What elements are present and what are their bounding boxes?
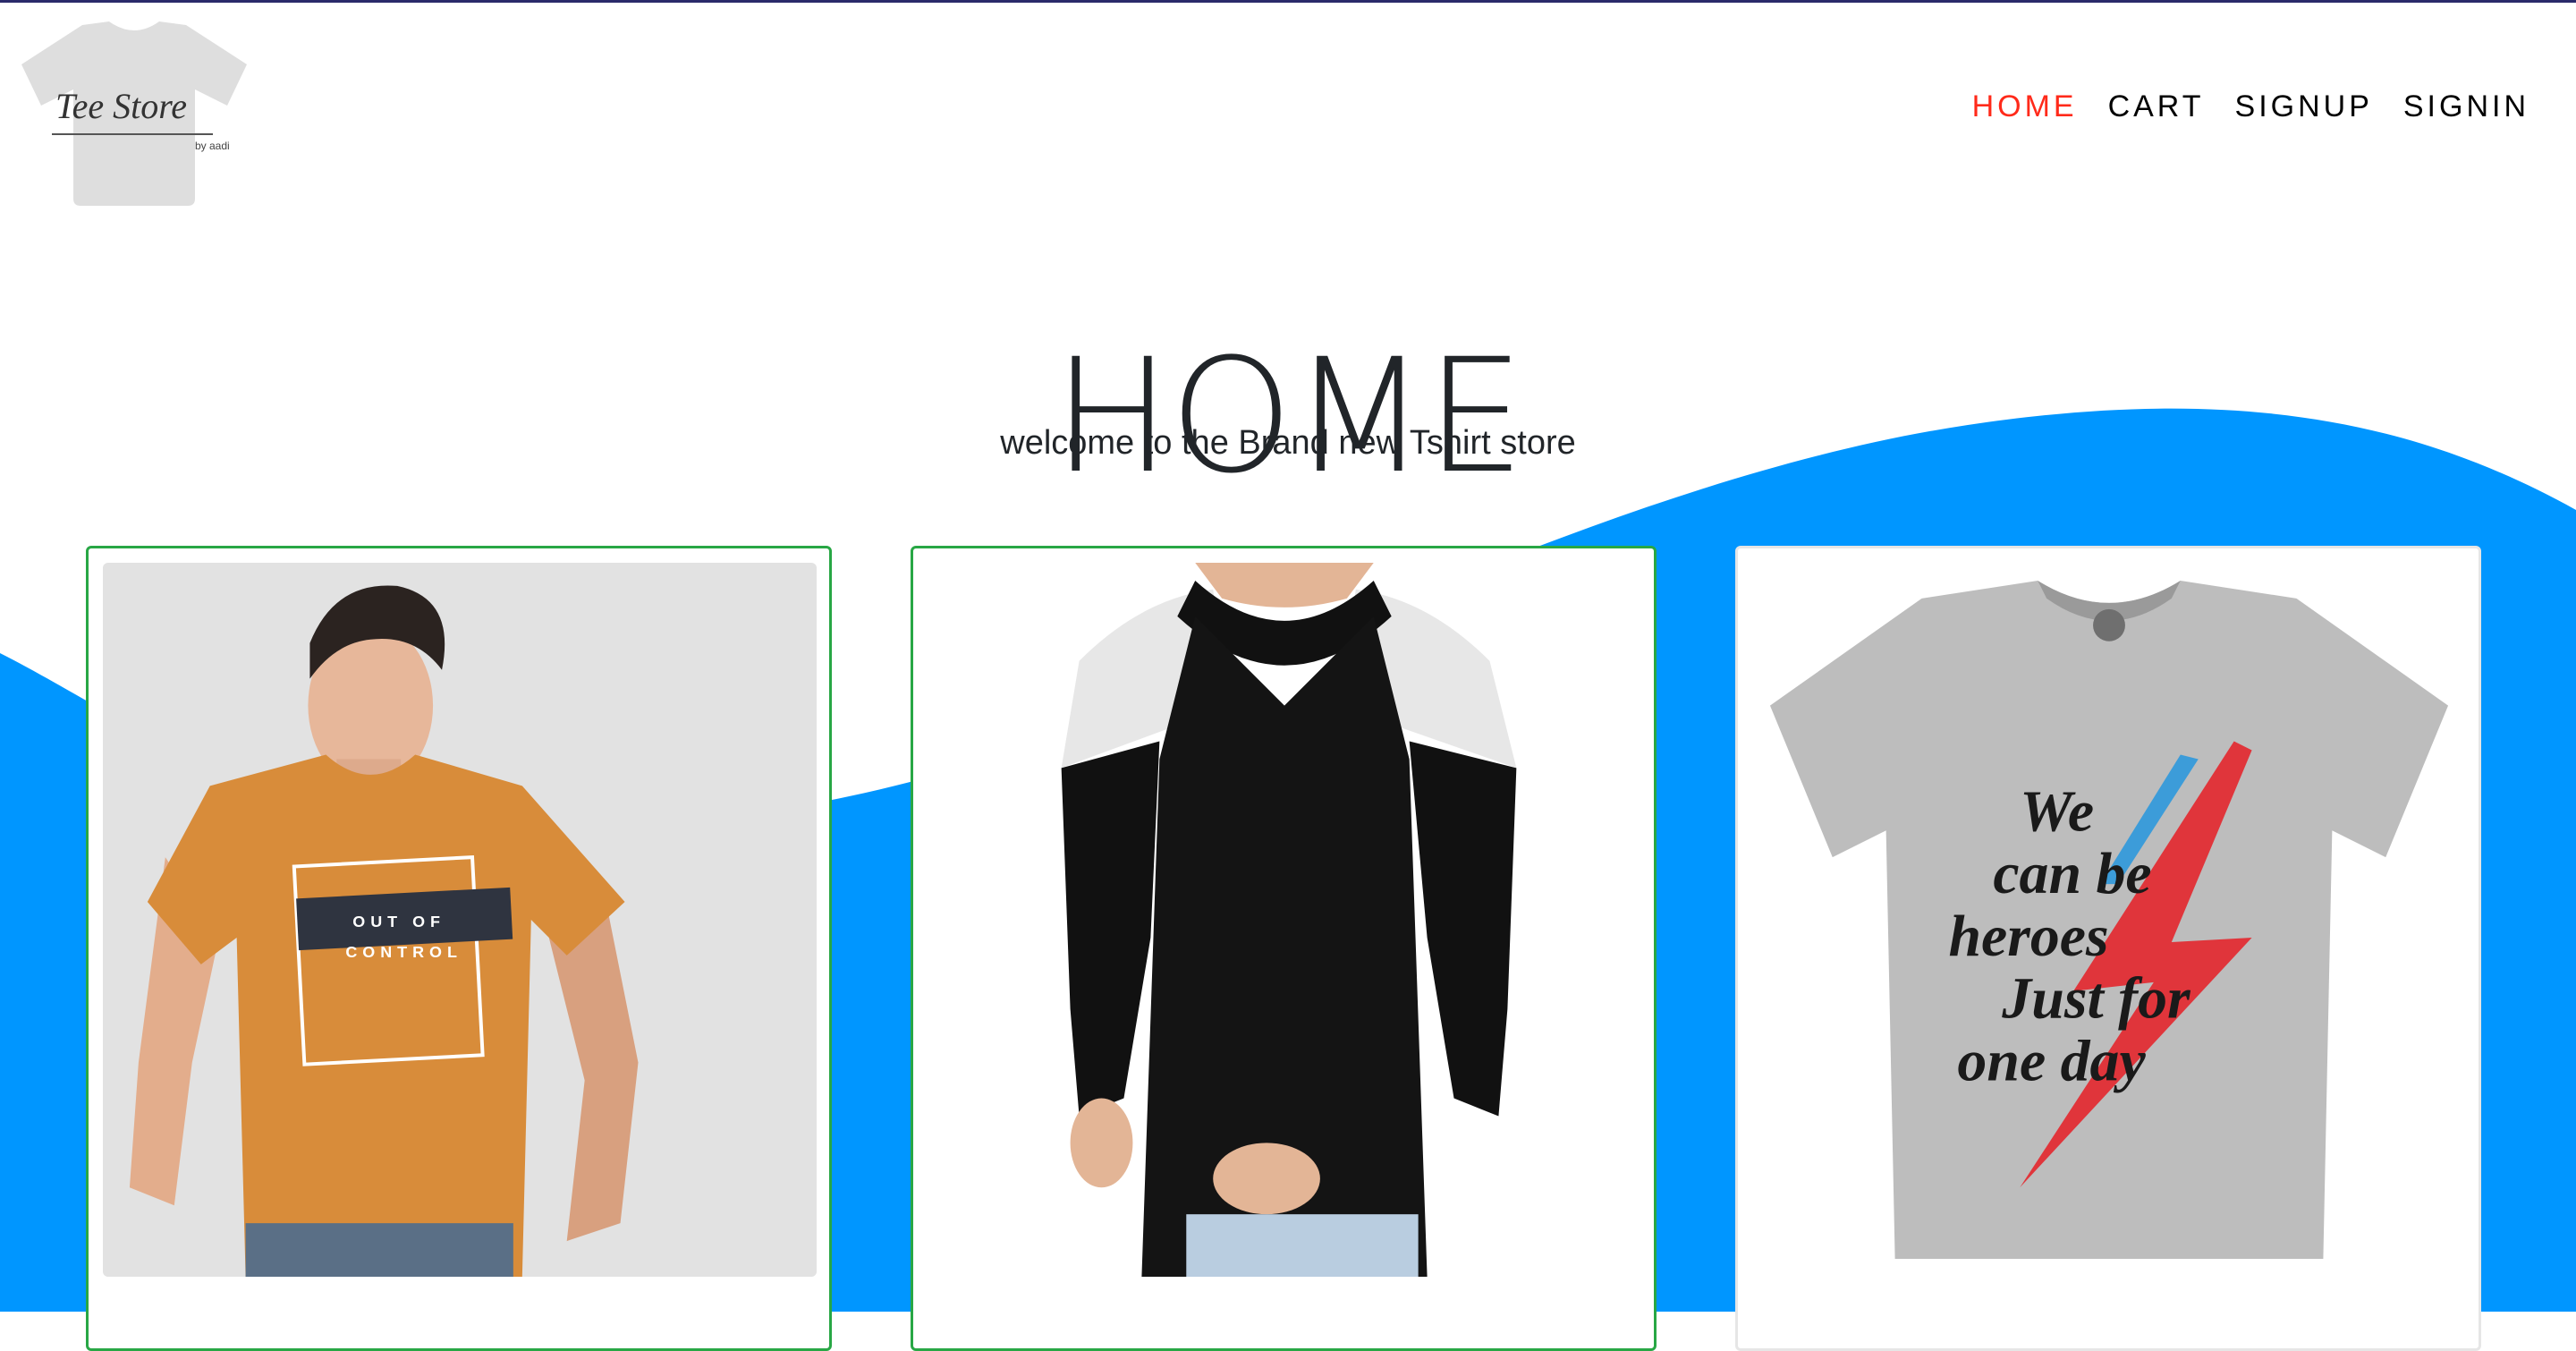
page-subtitle: welcome to the Brand new Tshirt store [1000,424,1576,462]
product-image[interactable]: We can be heroes Just for one day [1752,563,2466,1277]
main-nav: HOME CART SIGNUP SIGNIN [1972,89,2529,124]
nav-signup[interactable]: SIGNUP [2235,89,2373,124]
nav-signin[interactable]: SIGNIN [2403,89,2529,124]
product-card[interactable]: OUT OF CONTROL [86,546,832,1351]
nav-cart[interactable]: CART [2108,89,2205,124]
product-image[interactable]: OUT OF CONTROL [103,563,817,1277]
tee-store-logo[interactable]: Tee Store by aadi [20,20,249,209]
product-card[interactable] [911,546,1657,1351]
svg-text:We: We [2020,778,2094,844]
svg-text:Just for: Just for [2001,966,2191,1032]
svg-text:OUT OF: OUT OF [352,913,445,930]
svg-text:CONTROL: CONTROL [345,943,462,961]
svg-text:can be: can be [1993,841,2151,906]
nav-home[interactable]: HOME [1972,89,2078,124]
product-card[interactable]: We can be heroes Just for one day [1735,546,2481,1351]
svg-text:Tee Store: Tee Store [55,86,187,126]
svg-text:by aadi: by aadi [195,140,230,152]
page-title: HOME [1053,324,1525,508]
svg-text:heroes: heroes [1948,904,2108,969]
svg-text:one day: one day [1957,1029,2146,1094]
product-image[interactable] [928,563,1641,1277]
